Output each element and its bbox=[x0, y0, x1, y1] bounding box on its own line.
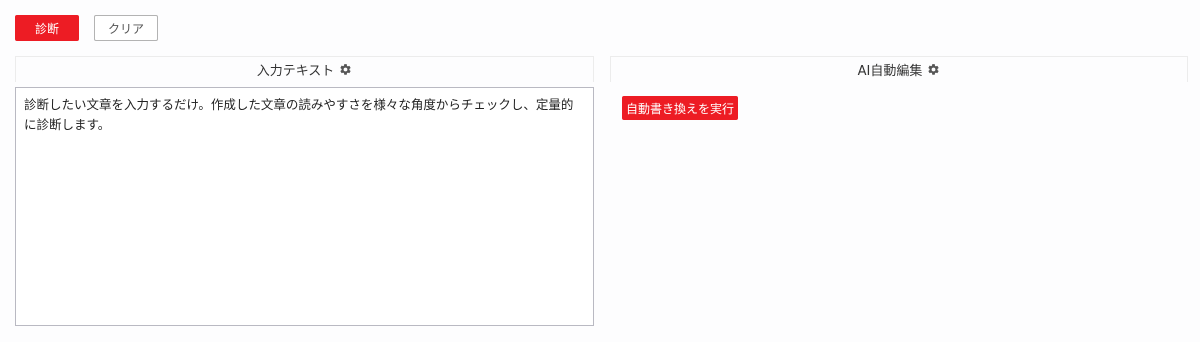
toolbar: 診断 クリア bbox=[15, 15, 158, 41]
input-textarea[interactable]: 診断したい文章を入力するだけ。作成した文章の読みやすさを様々な角度からチェックし… bbox=[15, 87, 594, 326]
auto-rewrite-button[interactable]: 自動書き換えを実行 bbox=[622, 96, 738, 120]
input-text-title: 入力テキスト bbox=[256, 64, 335, 79]
gear-icon[interactable] bbox=[338, 63, 352, 77]
gear-icon[interactable] bbox=[926, 63, 940, 77]
input-text-header: 入力テキスト bbox=[15, 56, 594, 82]
ai-edit-title: AI自動編集 bbox=[857, 64, 923, 79]
ai-edit-header: AI自動編集 bbox=[610, 56, 1188, 82]
clear-button[interactable]: クリア bbox=[94, 15, 158, 41]
diagnose-button[interactable]: 診断 bbox=[15, 15, 79, 41]
